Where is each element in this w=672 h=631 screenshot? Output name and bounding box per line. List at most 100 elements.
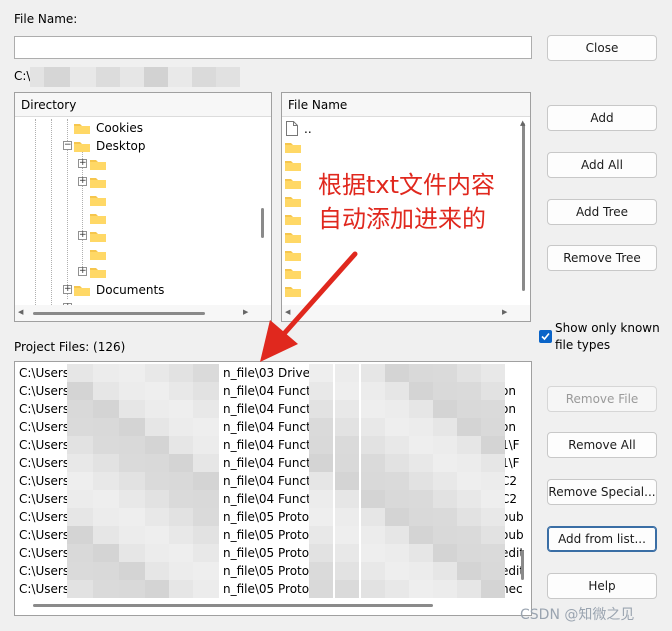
- directory-header[interactable]: Directory: [15, 93, 271, 117]
- remove-tree-button[interactable]: Remove Tree: [547, 245, 657, 271]
- redaction-block: [67, 526, 93, 544]
- tree-item-desktop-child[interactable]: +: [15, 173, 255, 191]
- tree-item-cookies[interactable]: Cookies: [15, 119, 255, 137]
- redaction-block: [119, 580, 145, 598]
- redaction-block: [335, 508, 359, 526]
- row-path-middle: n_file\05 Protoc: [223, 546, 316, 560]
- add-all-button[interactable]: Add All: [547, 152, 657, 178]
- redaction-block: [145, 526, 171, 544]
- redaction-block: [409, 580, 433, 598]
- redaction-block: [335, 580, 359, 598]
- file-name-header[interactable]: File Name: [282, 93, 530, 117]
- tree-item-desktop-child[interactable]: +: [15, 263, 255, 281]
- redaction-block: [335, 490, 359, 508]
- row-path-prefix: C:\Users: [19, 546, 70, 560]
- remove-all-button[interactable]: Remove All: [547, 432, 657, 458]
- row-path-prefix: C:\Users: [19, 528, 70, 542]
- redaction-block: [457, 490, 481, 508]
- redaction-block: [385, 472, 409, 490]
- expand-icon[interactable]: +: [78, 177, 87, 186]
- show-known-label[interactable]: Show only known file types: [555, 320, 667, 354]
- file-list-vscroll[interactable]: [522, 123, 525, 291]
- expand-icon[interactable]: +: [78, 267, 87, 276]
- tree-item-desktop-child[interactable]: +: [15, 227, 255, 245]
- redaction-block: [409, 526, 433, 544]
- redaction-block: [457, 400, 481, 418]
- redaction-block: [385, 562, 409, 580]
- help-button[interactable]: Help: [547, 573, 657, 599]
- redaction-block: [309, 526, 333, 544]
- redaction-block: [67, 580, 93, 598]
- redaction-block: [119, 418, 145, 436]
- row-path-prefix: C:\Users: [19, 474, 70, 488]
- scroll-up-icon[interactable]: ▲: [520, 119, 525, 127]
- directory-hscroll[interactable]: [33, 312, 205, 315]
- close-button[interactable]: Close: [547, 35, 657, 61]
- redaction-block: [481, 580, 505, 598]
- row-path-middle: n_file\04 Functio: [223, 438, 322, 452]
- path-label: C:\: [14, 69, 31, 83]
- tree-item-desktop-child[interactable]: +: [15, 155, 255, 173]
- redaction-block: [409, 382, 433, 400]
- redaction-block: [385, 580, 409, 598]
- redaction-block: [481, 562, 505, 580]
- tree-item-desktop-child[interactable]: [15, 209, 255, 227]
- file-name-input[interactable]: [14, 36, 532, 59]
- redaction-block: [193, 544, 219, 562]
- redaction-block: [169, 400, 195, 418]
- scroll-right-icon[interactable]: ▶: [243, 308, 248, 316]
- redaction-block: [309, 490, 333, 508]
- redaction-block: [409, 364, 433, 382]
- row-path-prefix: C:\Users: [19, 366, 70, 380]
- redaction-block: [409, 508, 433, 526]
- redaction-block: [193, 526, 219, 544]
- redaction-block: [93, 472, 119, 490]
- add-tree-button[interactable]: Add Tree: [547, 199, 657, 225]
- redaction-block: [335, 544, 359, 562]
- add-from-list-button[interactable]: Add from list...: [547, 526, 657, 552]
- remove-special-button[interactable]: Remove Special...: [547, 479, 657, 505]
- expand-icon[interactable]: +: [63, 285, 72, 294]
- redaction-block: [409, 490, 433, 508]
- redaction-block: [169, 562, 195, 580]
- redaction-block: [93, 490, 119, 508]
- tree-item-documents[interactable]: + Documents: [15, 281, 255, 299]
- project-files-label: Project Files: (126): [14, 340, 126, 354]
- redaction-block: [119, 472, 145, 490]
- project-files-hscroll[interactable]: [33, 604, 433, 607]
- directory-vscroll[interactable]: [261, 208, 264, 238]
- redaction-block: [409, 436, 433, 454]
- scroll-left-icon[interactable]: ◀: [18, 308, 23, 316]
- redaction-block: [145, 418, 171, 436]
- redaction-block: [481, 544, 505, 562]
- redaction-block: [193, 364, 219, 382]
- tree-item-desktop[interactable]: − Desktop: [15, 137, 255, 155]
- project-files-list[interactable]: C:\Users n_file\03 Driver\ C:\Users n_file\…: [14, 361, 532, 616]
- tree-item-desktop-child[interactable]: [15, 245, 255, 263]
- scroll-right-icon[interactable]: ▶: [502, 308, 507, 316]
- redaction-block: [361, 418, 385, 436]
- redaction-block: [457, 580, 481, 598]
- expand-icon[interactable]: +: [78, 159, 87, 168]
- directory-panel[interactable]: Directory Cookies − Desktop + + + + + Do…: [14, 92, 272, 322]
- redaction-block: [193, 436, 219, 454]
- show-known-checkbox[interactable]: [539, 330, 552, 343]
- watermark: CSDN @知微之见: [520, 607, 635, 623]
- expand-icon[interactable]: +: [78, 231, 87, 240]
- redaction-block: [119, 544, 145, 562]
- folder-icon: [90, 232, 106, 242]
- redaction-block: [385, 454, 409, 472]
- redaction-block: [385, 508, 409, 526]
- redaction-block: [361, 544, 385, 562]
- redaction-block: [169, 580, 195, 598]
- redaction-block: [309, 562, 333, 580]
- redaction-block: [385, 490, 409, 508]
- parent-directory-entry[interactable]: ..: [282, 120, 522, 138]
- remove-file-button[interactable]: Remove File: [547, 386, 657, 412]
- tree-item-desktop-child[interactable]: [15, 191, 255, 209]
- collapse-icon[interactable]: −: [63, 141, 72, 150]
- redaction-block: [119, 526, 145, 544]
- add-button[interactable]: Add: [547, 105, 657, 131]
- project-files-vscroll[interactable]: [521, 550, 524, 580]
- folder-icon: [285, 143, 301, 153]
